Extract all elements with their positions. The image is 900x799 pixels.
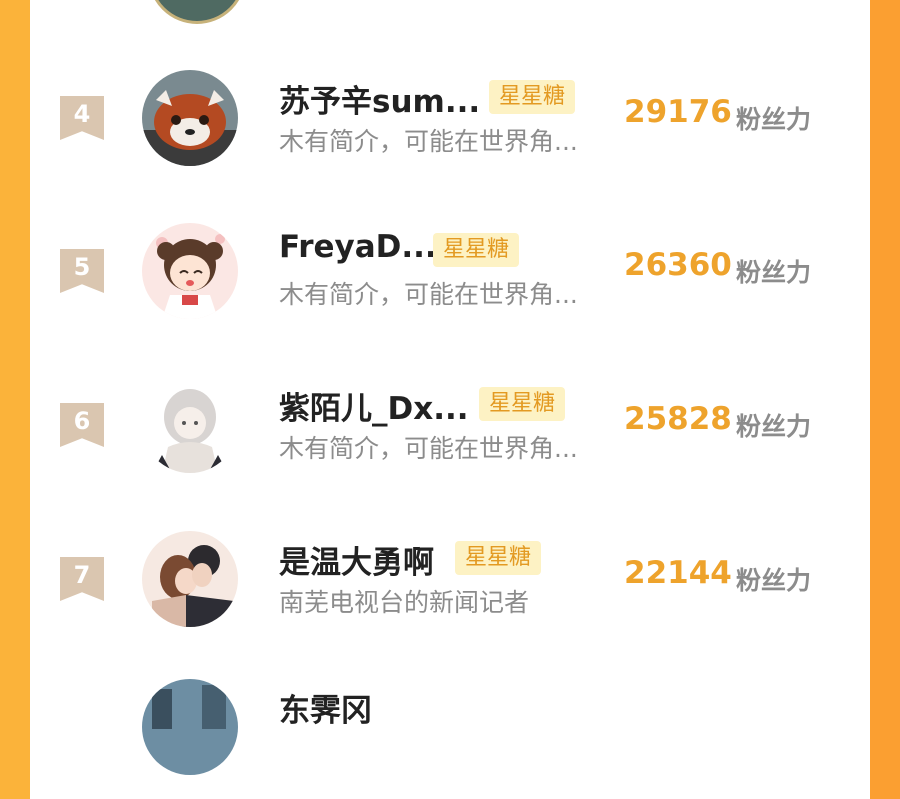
level-badge: 星星糖	[433, 233, 520, 267]
fan-ranking-list: 4 苏予辛sum... 星星糖 木有简介，可能在世界角... 29176 粉丝力…	[30, 0, 870, 775]
user-description: 木有简介，可能在世界角...	[279, 127, 578, 156]
level-badge: 星星糖	[489, 80, 576, 114]
user-description: 木有简介，可能在世界角...	[279, 434, 578, 463]
user-description: 木有简介，可能在世界角...	[279, 280, 578, 309]
avatar-city[interactable]	[142, 679, 238, 775]
fan-score: 22144	[624, 555, 732, 591]
avatar-previous[interactable]	[148, 0, 246, 24]
user-name[interactable]: 是温大勇啊	[279, 537, 434, 582]
user-name[interactable]: 东霁冈	[279, 685, 372, 730]
avatar-couple[interactable]	[142, 531, 238, 627]
fan-score: 25828	[624, 401, 732, 437]
level-badge: 星星糖	[455, 541, 542, 575]
fan-score-unit: 粉丝力	[736, 105, 812, 134]
avatar-red-panda[interactable]	[142, 70, 238, 166]
list-item[interactable]: 5 FreyaD... 星星糖 木有简介，可能在世界角... 26360 粉丝力	[30, 219, 870, 339]
avatar-anime-girl[interactable]	[142, 223, 238, 319]
level-badge: 星星糖	[479, 387, 566, 421]
user-name[interactable]: 苏予辛sum...	[279, 76, 480, 121]
avatar-sketch-girl[interactable]	[142, 377, 238, 473]
user-description: 南芜电视台的新闻记者	[279, 588, 530, 617]
fan-score-unit: 粉丝力	[736, 566, 812, 595]
fan-score-unit: 粉丝力	[736, 412, 812, 441]
list-item[interactable]: 东霁冈	[30, 679, 870, 799]
list-item[interactable]: 6 紫陌儿_Dx... 星星糖 木有简介，可能在世界角... 25828 粉丝力	[30, 373, 870, 493]
list-item[interactable]: 4 苏予辛sum... 星星糖 木有简介，可能在世界角... 29176 粉丝力	[30, 66, 870, 186]
rank-badge: 4	[60, 96, 104, 140]
rank-badge: 5	[60, 249, 104, 293]
fan-score: 26360	[624, 247, 732, 283]
rank-badge: 7	[60, 557, 104, 601]
fan-score-unit: 粉丝力	[736, 258, 812, 287]
user-name[interactable]: 紫陌儿_Dx...	[279, 383, 469, 428]
rank-badge: 6	[60, 403, 104, 447]
user-name[interactable]: FreyaD...	[279, 229, 437, 265]
fan-score: 29176	[624, 94, 732, 130]
list-item[interactable]: 7 是温大勇啊 星星糖 南芜电视台的新闻记者 22144 粉丝力	[30, 527, 870, 647]
